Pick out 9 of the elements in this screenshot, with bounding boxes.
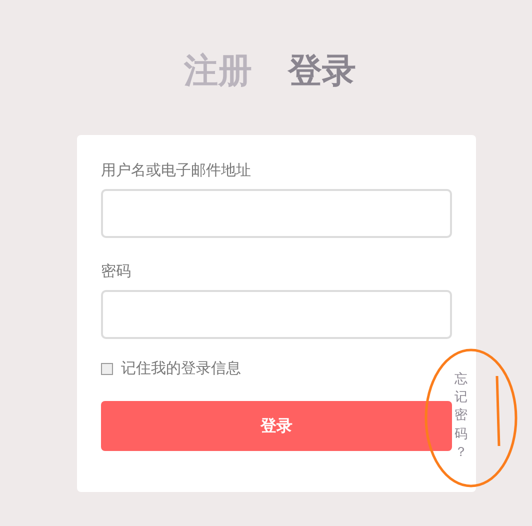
input-field[interactable] bbox=[101, 290, 452, 339]
field-label: 用户名或电子邮件地址 bbox=[101, 161, 251, 180]
checkbox[interactable] bbox=[101, 362, 113, 374]
checkbox-label: 记住我的登录信息 bbox=[121, 359, 241, 378]
forgot-password-link[interactable]: 忘记密码？ bbox=[454, 371, 468, 462]
field-label: 密码 bbox=[101, 262, 131, 281]
login-button[interactable]: 登录 bbox=[101, 401, 452, 451]
tab[interactable]: 登录 bbox=[288, 48, 356, 87]
input-field[interactable] bbox=[101, 189, 452, 238]
